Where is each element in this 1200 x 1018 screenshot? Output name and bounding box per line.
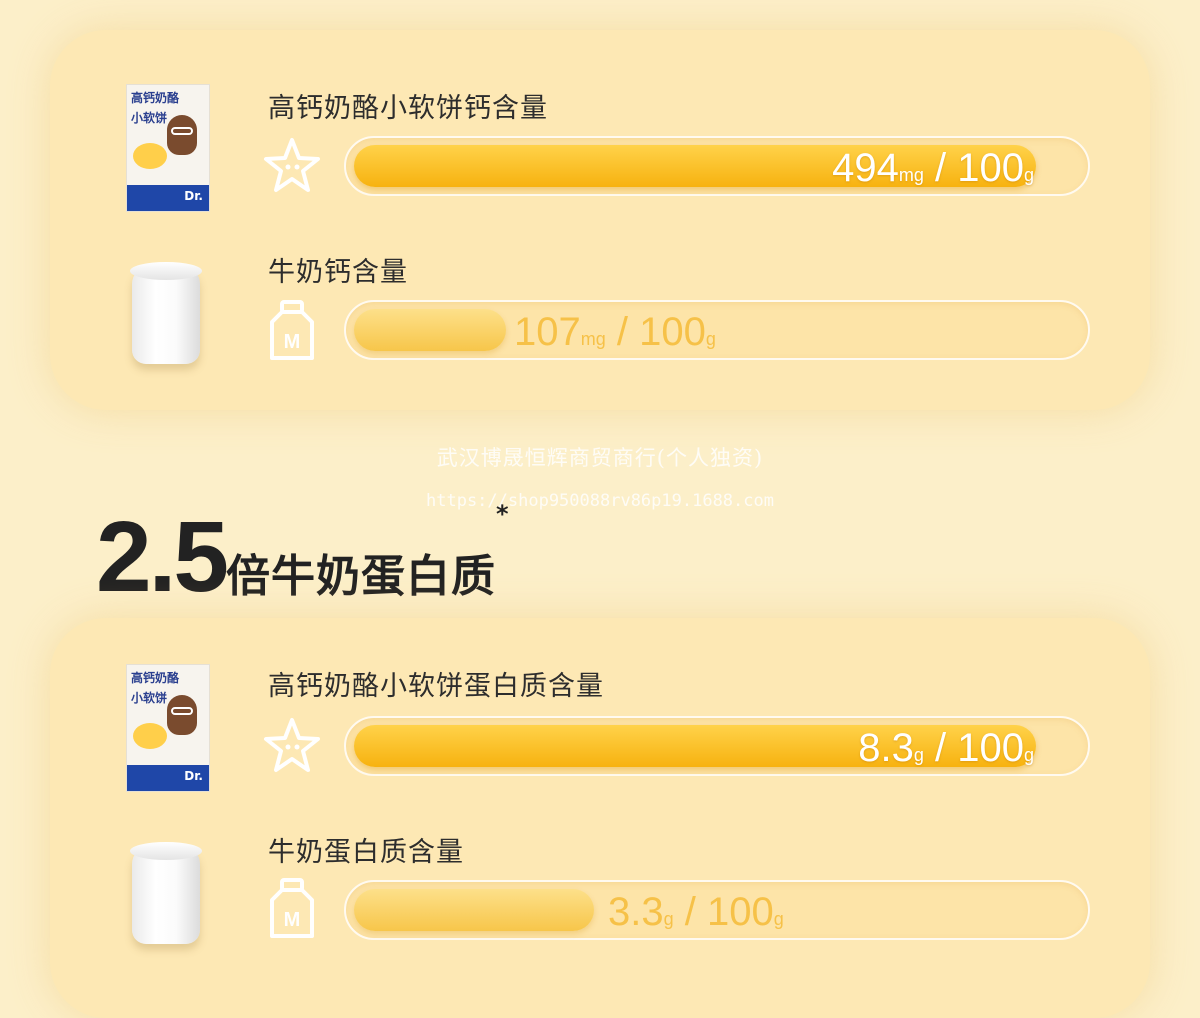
value-unit: g [663,909,674,929]
value-separator: / [616,310,629,354]
value-separator: / [934,146,947,190]
headline-multiplier: 2.5 [96,501,229,613]
pack-brand-band [127,765,209,791]
svg-text:M: M [284,909,301,931]
biscuit-calcium-bar: 494mg / 100g [344,136,1090,196]
pack-cheese [133,143,167,169]
value-separator: / [934,726,947,770]
headline-text: 倍牛奶蛋白质 [226,551,497,602]
base-unit: g [1023,165,1034,185]
pack-mascot [167,115,197,155]
value-number: 107 [514,310,581,354]
pack-mascot [167,695,197,735]
milk-protein-fill [354,889,594,931]
protein-comparison-panel: 高钙奶酪 小软饼 高钙奶酪小软饼蛋白质含量 8.3g / 100g 牛奶蛋白质含… [50,618,1150,1018]
value-number: 8.3 [858,726,914,770]
watermark-company: 武汉博晟恒辉商贸商行(个人独资) [436,446,764,470]
biscuit-protein-title: 高钙奶酪小软饼蛋白质含量 [268,671,604,702]
milk-calcium-value: 107mg / 100g [514,310,716,361]
biscuit-protein-value: 8.3g / 100g [858,726,1034,777]
base-number: 100 [639,310,706,354]
pack-brand-band [127,185,209,211]
milk-calcium-fill [354,309,506,351]
base-number: 100 [957,146,1024,190]
biscuit-pack-image: 高钙奶酪 小软饼 [126,664,210,792]
base-unit: g [773,909,784,929]
base-number: 100 [707,890,774,934]
value-number: 3.3 [608,890,664,934]
milk-jar-image [130,842,202,944]
milk-protein-value: 3.3g / 100g [608,890,784,941]
calcium-comparison-panel: 高钙奶酪 小软饼 高钙奶酪小软饼钙含量 494mg / 100g 牛奶钙含量 M [50,30,1150,410]
milk-jar-image [130,262,202,364]
biscuit-calcium-title: 高钙奶酪小软饼钙含量 [268,93,548,124]
protein-headline: 2.5倍牛奶蛋白质 * [96,500,509,615]
base-unit: g [705,329,716,349]
biscuit-protein-bar: 8.3g / 100g [344,716,1090,776]
value-unit: g [913,745,924,765]
milk-bottle-icon: M [262,876,322,942]
star-icon [262,134,322,200]
base-unit: g [1023,745,1034,765]
base-number: 100 [957,726,1024,770]
milk-calcium-bar: 107mg / 100g [344,300,1090,360]
svg-text:M: M [284,331,301,353]
value-unit: mg [898,165,924,185]
milk-bottle-icon: M [262,298,322,364]
value-number: 494 [832,146,899,190]
value-separator: / [684,890,696,934]
value-unit: mg [580,329,606,349]
milk-calcium-title: 牛奶钙含量 [268,257,408,288]
star-icon [262,714,322,780]
pack-label-line1: 高钙奶酪 [131,91,180,105]
pack-cheese [133,723,167,749]
headline-footnote-mark: * [496,500,509,528]
biscuit-pack-image: 高钙奶酪 小软饼 [126,84,210,212]
milk-protein-title: 牛奶蛋白质含量 [268,837,464,868]
biscuit-calcium-value: 494mg / 100g [832,146,1034,197]
pack-label-line1: 高钙奶酪 [131,671,180,685]
milk-protein-bar: 3.3g / 100g [344,880,1090,940]
